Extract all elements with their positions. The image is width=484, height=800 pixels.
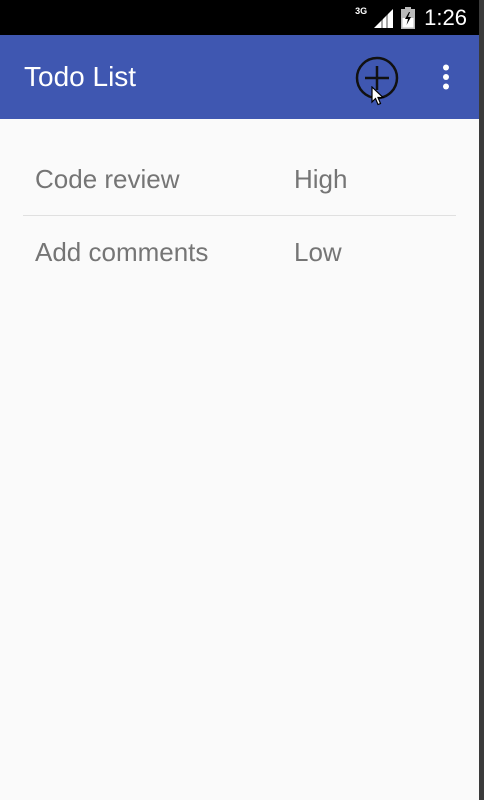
todo-item[interactable]: Code review High: [23, 143, 456, 215]
add-todo-button[interactable]: [355, 56, 399, 100]
app-bar: Todo List: [0, 35, 479, 119]
app-screen: 3G 1:26 Todo List Code review High Add c…: [0, 0, 479, 800]
todo-priority: Low: [294, 236, 342, 267]
signal-icon: [372, 7, 394, 29]
add-circle-icon: [355, 56, 399, 100]
device-frame-edge: [479, 0, 484, 800]
clock: 1:26: [424, 4, 467, 30]
battery-icon: [400, 6, 416, 30]
todo-list: Code review High Add comments Low: [23, 143, 456, 288]
todo-task: Add comments: [35, 236, 209, 267]
todo-priority: High: [294, 163, 348, 194]
network-type-label: 3G: [355, 5, 368, 16]
todo-task: Code review: [35, 163, 180, 194]
todo-item[interactable]: Add comments Low: [23, 216, 456, 288]
status-bar: 3G 1:26: [0, 0, 479, 35]
overflow-menu-icon: [443, 64, 449, 90]
overflow-menu-button[interactable]: [432, 57, 460, 97]
app-title: Todo List: [24, 61, 137, 92]
